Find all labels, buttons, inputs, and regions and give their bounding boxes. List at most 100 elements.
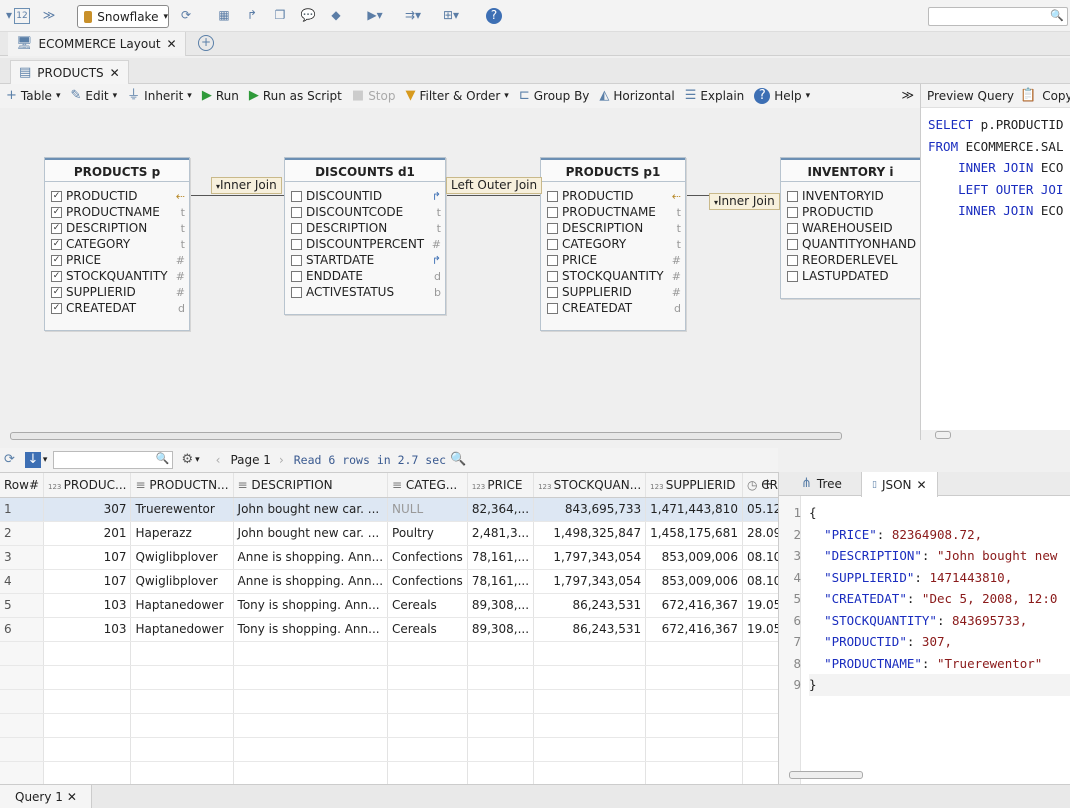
calendar-icon[interactable]: ▦ bbox=[215, 8, 233, 24]
field-row[interactable]: ✓ CREATEDAT d bbox=[45, 300, 189, 316]
field-row[interactable]: DISCOUNTPERCENT # bbox=[285, 236, 445, 252]
field-row[interactable]: ✓ STOCKQUANTITY # bbox=[45, 268, 189, 284]
field-row[interactable]: LASTUPDATED bbox=[781, 268, 920, 284]
column-header[interactable]: 123 STOCKQUAN... bbox=[533, 473, 647, 498]
field-row[interactable]: PRODUCTNAME t bbox=[541, 204, 685, 220]
checkbox[interactable]: ✓ bbox=[51, 238, 62, 250]
result-search-input[interactable]: 🔍 bbox=[53, 451, 174, 469]
table-row[interactable]: 1 307 Truerewentor John bought new car. ...… bbox=[0, 497, 836, 522]
checkbox[interactable]: ✓ bbox=[51, 254, 62, 266]
field-row[interactable]: DISCOUNTCODE t bbox=[285, 204, 445, 220]
refresh-icon[interactable]: ⟳ bbox=[177, 8, 195, 24]
tab-query-1[interactable]: Query 1 ✕ bbox=[0, 785, 92, 808]
field-row[interactable]: SUPPLIERID # bbox=[541, 284, 685, 300]
merge-icon[interactable]: ⇉▾ bbox=[404, 8, 422, 24]
field-row[interactable]: STOCKQUANTITY # bbox=[541, 268, 685, 284]
table-row[interactable]: 5 103 Haptanedower Tony is shopping. Ann...… bbox=[0, 593, 836, 618]
checkbox[interactable] bbox=[291, 270, 302, 282]
close-icon[interactable]: ✕ bbox=[917, 478, 927, 492]
run-button[interactable]: ▶ Run bbox=[202, 88, 239, 104]
json-scrollbar[interactable] bbox=[789, 769, 1063, 781]
gear-icon[interactable]: ⚙ bbox=[181, 452, 193, 468]
tab-tree[interactable]: ⋔ Tree bbox=[791, 472, 852, 496]
field-row[interactable]: ENDDATE d bbox=[285, 268, 445, 284]
diagram-canvas[interactable]: PRODUCTS p ✓ PRODUCTID ⇠ ✓ PRODUCTNAME t ✓ DE… bbox=[0, 108, 920, 430]
join-label[interactable]: ▾Inner Join bbox=[211, 177, 282, 194]
checkbox[interactable] bbox=[291, 238, 302, 250]
field-row[interactable]: CREATEDAT d bbox=[541, 300, 685, 316]
tab-json[interactable]: ▯ JSON ✕ bbox=[861, 472, 938, 497]
checkbox[interactable] bbox=[787, 190, 798, 202]
field-row[interactable]: ✓ PRICE # bbox=[45, 252, 189, 268]
close-icon[interactable]: ✕ bbox=[110, 66, 120, 80]
field-row[interactable]: PRICE # bbox=[541, 252, 685, 268]
checkbox[interactable] bbox=[547, 190, 558, 202]
eraser-icon[interactable]: ◆ bbox=[327, 8, 345, 24]
field-row[interactable]: ✓ SUPPLIERID # bbox=[45, 284, 189, 300]
export-icon[interactable]: ↱ bbox=[243, 8, 261, 24]
horizontal-button[interactable]: ◭ Horizontal bbox=[599, 88, 674, 104]
field-row[interactable]: QUANTITYONHAND bbox=[781, 236, 920, 252]
search-icon[interactable]: 🔍 bbox=[450, 452, 466, 468]
checkbox[interactable] bbox=[547, 238, 558, 250]
preview-scrollbar[interactable] bbox=[921, 430, 1070, 440]
column-header[interactable]: 123 SUPPLIERID bbox=[645, 473, 743, 498]
refresh-icon[interactable]: ⟳ bbox=[4, 452, 15, 468]
checkbox[interactable]: ✓ bbox=[51, 206, 62, 218]
tab-products[interactable]: ▤ PRODUCTS ✕ bbox=[10, 60, 129, 84]
checkbox[interactable] bbox=[547, 286, 558, 298]
join-label[interactable]: ▾Inner Join bbox=[709, 193, 780, 210]
stop-button[interactable]: ■ Stop bbox=[352, 88, 396, 104]
close-icon[interactable]: ✕ bbox=[167, 37, 177, 51]
field-row[interactable]: ✓ PRODUCTNAME t bbox=[45, 204, 189, 220]
sql-preview[interactable]: SELECT p.PRODUCTID FROM ECOMMERCE.SAL INN… bbox=[921, 108, 1070, 228]
table-menu-button[interactable]: + Table ▾ bbox=[6, 88, 60, 104]
field-row[interactable]: STARTDATE ↱ bbox=[285, 252, 445, 268]
column-header[interactable]: ≡ DESCRIPTION bbox=[233, 473, 389, 498]
checkbox[interactable] bbox=[787, 206, 798, 218]
checkbox[interactable]: ✓ bbox=[51, 302, 62, 314]
checkbox[interactable]: ✓ bbox=[51, 222, 62, 234]
field-row[interactable]: CATEGORY t bbox=[541, 236, 685, 252]
field-row[interactable]: DESCRIPTION t bbox=[285, 220, 445, 236]
column-header[interactable]: ≡ PRODUCTN... bbox=[130, 473, 234, 498]
checkbox[interactable]: ✓ bbox=[51, 270, 62, 282]
column-header[interactable]: 123 PRICE bbox=[467, 473, 535, 498]
column-header[interactable]: Row# bbox=[0, 473, 45, 498]
explain-button[interactable]: ☰ Explain bbox=[685, 88, 745, 104]
group-by-button[interactable]: ⊏ Group By bbox=[519, 88, 590, 104]
field-row[interactable]: INVENTORYID bbox=[781, 188, 920, 204]
add-column-icon[interactable]: + bbox=[762, 477, 773, 492]
field-row[interactable]: DESCRIPTION t bbox=[541, 220, 685, 236]
clipboard-icon[interactable]: 📋 bbox=[1020, 88, 1036, 104]
checkbox[interactable]: ✓ bbox=[51, 190, 62, 202]
checkbox[interactable] bbox=[291, 254, 302, 266]
checkbox[interactable] bbox=[291, 286, 302, 298]
comment-icon[interactable]: 💬 bbox=[299, 8, 317, 24]
connection-selector[interactable]: Snowflake ▾ bbox=[77, 5, 169, 28]
field-row[interactable]: ✓ PRODUCTID ⇠ bbox=[45, 188, 189, 204]
field-row[interactable]: ✓ CATEGORY t bbox=[45, 236, 189, 252]
download-icon[interactable]: ↓ bbox=[24, 452, 41, 468]
table-row[interactable]: 3 107 Qwiglibplover Anne is shopping. Ann..… bbox=[0, 545, 836, 570]
column-header[interactable]: 123 PRODUC... bbox=[43, 473, 132, 498]
scrollbar-thumb[interactable] bbox=[10, 432, 842, 440]
field-row[interactable]: PRODUCTID bbox=[781, 204, 920, 220]
canvas-scrollbar[interactable] bbox=[0, 430, 920, 442]
table-discounts-d1[interactable]: DISCOUNTS d1 DISCOUNTID ↱ DISCOUNTCODE t D… bbox=[284, 157, 446, 315]
join-label[interactable]: Left Outer Join bbox=[446, 177, 543, 194]
view-icon[interactable]: ⊞▾ bbox=[442, 8, 460, 24]
checkbox[interactable] bbox=[291, 206, 302, 218]
field-row[interactable]: DISCOUNTID ↱ bbox=[285, 188, 445, 204]
run-as-script-button[interactable]: ▶ Run as Script bbox=[249, 88, 342, 104]
prev-page-icon[interactable]: ‹ bbox=[216, 453, 221, 467]
field-row[interactable]: REORDERLEVEL bbox=[781, 252, 920, 268]
table-row[interactable]: 4 107 Qwiglibplover Anne is shopping. Ann..… bbox=[0, 569, 836, 594]
expand-icon[interactable]: ≫ bbox=[901, 88, 914, 102]
help-icon[interactable]: ? bbox=[486, 8, 502, 24]
field-row[interactable]: WAREHOUSEID bbox=[781, 220, 920, 236]
edit-menu-button[interactable]: ✎ Edit ▾ bbox=[70, 88, 117, 104]
checkbox[interactable] bbox=[787, 254, 798, 266]
windows-icon[interactable]: ❐ bbox=[271, 8, 289, 24]
field-row[interactable]: ACTIVESTATUS b bbox=[285, 284, 445, 300]
